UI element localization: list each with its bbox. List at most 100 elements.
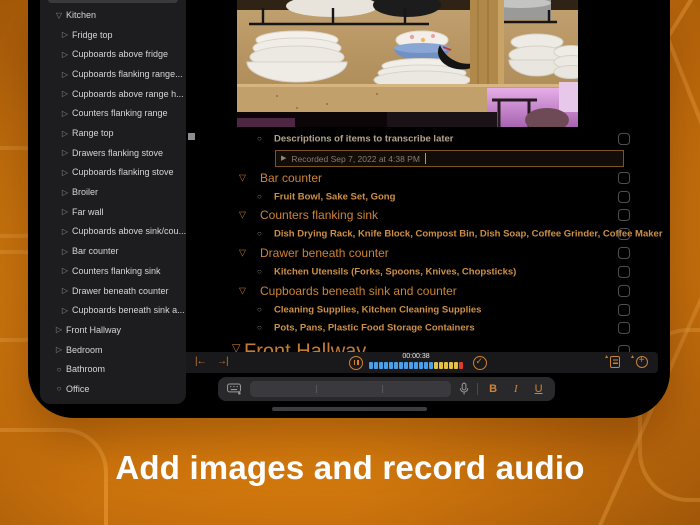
sidebar-item[interactable]: ▷ Cupboards above range h... — [40, 84, 186, 104]
row-checkbox[interactable] — [618, 171, 630, 184]
sidebar-item[interactable]: ▷ Range top — [40, 123, 186, 143]
row-checkbox[interactable] — [618, 284, 630, 297]
sidebar-item-label: Cupboards above sink/cou... — [72, 226, 186, 237]
disclosure-icon[interactable]: ▷ — [58, 247, 72, 256]
audio-attachment-row[interactable]: ▶ Recorded Sep 7, 2022 at 4:38 PM — [186, 149, 670, 169]
sidebar-item[interactable]: ▷ Cupboards flanking range... — [40, 64, 186, 84]
row-checkbox[interactable] — [618, 133, 630, 146]
row-bullet-icon[interactable]: ○ — [257, 324, 262, 332]
disclosure-triangle-icon[interactable]: ▽ — [239, 173, 246, 182]
disclosure-icon[interactable]: ▷ — [58, 227, 72, 236]
sidebar-item[interactable]: ▷ Front Hallway — [40, 320, 186, 340]
row-text[interactable]: Drawer beneath counter — [260, 246, 389, 260]
disclosure-icon[interactable]: ▷ — [58, 168, 72, 177]
disclosure-icon[interactable]: ▷ — [58, 89, 72, 98]
keyboard-icon[interactable] — [227, 383, 242, 395]
row-checkbox[interactable] — [618, 265, 630, 278]
row-checkbox[interactable] — [618, 228, 630, 241]
disclosure-triangle-icon[interactable]: ▽ — [239, 286, 246, 295]
sidebar-item[interactable]: ▷ Cupboards beneath sink a... — [40, 300, 186, 320]
row-checkbox[interactable] — [618, 322, 630, 335]
outdent-button[interactable]: |← — [195, 357, 207, 367]
underline-button[interactable]: U — [531, 383, 546, 395]
italic-button[interactable]: I — [509, 383, 524, 395]
sidebar-item[interactable]: ▷ Fridge top — [40, 25, 186, 45]
outline-row[interactable]: ○ Fruit Bowl, Sake Set, Gong — [186, 187, 670, 206]
outline-section-row[interactable]: ▽ Drawer beneath counter — [186, 244, 670, 263]
row-text[interactable]: Kitchen Utensils (Forks, Spoons, Knives,… — [274, 266, 516, 277]
row-bullet-icon[interactable]: ○ — [257, 267, 262, 276]
disclosure-icon[interactable]: ▷ — [58, 109, 72, 118]
sidebar-item[interactable]: ○ Bathroom — [40, 359, 186, 379]
row-text[interactable]: Pots, Pans, Plastic Food Storage Contain… — [274, 323, 475, 334]
play-icon[interactable]: ▶ — [281, 155, 286, 162]
add-row-button[interactable]: ▲ — [630, 355, 648, 373]
sidebar-item[interactable]: ▽ Kitchen — [40, 5, 186, 25]
disclosure-icon[interactable]: ▷ — [58, 129, 72, 138]
sidebar-item[interactable]: ▷ Far wall — [40, 202, 186, 222]
disclosure-triangle-icon[interactable]: ▽ — [239, 210, 246, 220]
disclosure-icon[interactable]: ▷ — [58, 306, 72, 315]
row-checkbox[interactable] — [618, 303, 630, 316]
outline-row[interactable]: ○ Descriptions of items to transcribe la… — [186, 130, 670, 149]
outline-section-row[interactable]: ▽ Bar counter — [186, 168, 670, 187]
sidebar-item[interactable]: ▷ Counters flanking range — [40, 103, 186, 123]
outline-row[interactable]: ○ Cleaning Supplies, Kitchen Cleaning Su… — [186, 300, 670, 319]
disclosure-icon[interactable]: ▷ — [58, 70, 72, 79]
row-checkbox[interactable] — [618, 247, 630, 260]
outline-row[interactable]: ○ Pots, Pans, Plastic Food Storage Conta… — [186, 319, 670, 338]
sidebar-item[interactable]: ▷ Broiler — [40, 182, 186, 202]
row-text[interactable]: Dish Drying Rack, Knife Block, Compost B… — [274, 229, 663, 240]
audio-attachment[interactable]: ▶ Recorded Sep 7, 2022 at 4:38 PM — [275, 150, 624, 168]
row-text[interactable]: Bar counter — [260, 171, 322, 185]
outline-section-row[interactable]: ▽ Cupboards beneath sink and counter — [186, 281, 670, 300]
disclosure-icon[interactable]: ○ — [52, 384, 66, 393]
home-indicator[interactable] — [272, 407, 427, 411]
disclosure-icon[interactable]: ▷ — [58, 188, 72, 197]
disclosure-icon[interactable]: ▽ — [52, 11, 66, 20]
row-text[interactable]: Cupboards beneath sink and counter — [260, 284, 457, 298]
row-bullet-icon[interactable]: ○ — [257, 230, 262, 238]
sidebar-item[interactable]: ▷ Drawers flanking stove — [40, 143, 186, 163]
sidebar-item[interactable]: ▷ Cupboards above fridge — [40, 44, 186, 64]
outline-section-row[interactable]: ▽ Counters flanking sink — [186, 206, 670, 225]
disclosure-icon[interactable]: ▷ — [58, 30, 72, 39]
sidebar-item[interactable]: ▷ Bedroom — [40, 340, 186, 360]
sidebar-item[interactable]: ▷ Bar counter — [40, 241, 186, 261]
insert-note-button[interactable]: ▲ — [604, 355, 621, 373]
row-text[interactable]: Cleaning Supplies, Kitchen Cleaning Supp… — [274, 304, 481, 315]
indent-button[interactable]: →| — [217, 357, 229, 367]
sidebar-item[interactable]: ▷ Drawer beneath counter — [40, 281, 186, 301]
disclosure-icon[interactable]: ▷ — [52, 325, 66, 334]
row-text[interactable]: Descriptions of items to transcribe late… — [274, 134, 454, 145]
row-text[interactable]: Fruit Bowl, Sake Set, Gong — [274, 191, 395, 202]
sidebar-search-field[interactable] — [48, 0, 178, 3]
row-text[interactable]: Counters flanking sink — [260, 208, 378, 222]
outline-row[interactable]: ○ Dish Drying Rack, Knife Block, Compost… — [186, 225, 670, 244]
pause-recording-button[interactable] — [349, 355, 363, 370]
disclosure-icon[interactable]: ▷ — [52, 345, 66, 354]
row-bullet-icon[interactable]: ○ — [257, 192, 262, 201]
outline-row[interactable]: ○ Kitchen Utensils (Forks, Spoons, Knive… — [186, 263, 670, 282]
sidebar-item-label: Front Hallway — [66, 324, 122, 335]
disclosure-icon[interactable]: ▷ — [58, 50, 72, 59]
finish-recording-button[interactable] — [473, 355, 487, 370]
disclosure-icon[interactable]: ▷ — [58, 207, 72, 216]
sidebar-item[interactable]: ▷ Counters flanking sink — [40, 261, 186, 281]
disclosure-icon[interactable]: ▷ — [58, 148, 72, 157]
sidebar-item[interactable]: ▷ Cupboards above sink/cou... — [40, 221, 186, 241]
row-checkbox[interactable] — [618, 190, 630, 203]
row-bullet-icon[interactable]: ○ — [257, 135, 262, 143]
meter-bar-yellow — [454, 362, 458, 369]
disclosure-icon[interactable]: ▷ — [58, 286, 72, 295]
disclosure-icon[interactable]: ▷ — [58, 266, 72, 275]
sidebar-item[interactable]: ▷ Cupboards flanking stove — [40, 162, 186, 182]
dictation-mic-icon[interactable] — [459, 382, 469, 396]
row-bullet-icon[interactable]: ○ — [257, 305, 262, 314]
sidebar-item[interactable]: ○ Office — [40, 379, 186, 399]
autocomplete-bar[interactable] — [249, 381, 451, 397]
bold-button[interactable]: B — [486, 383, 501, 395]
disclosure-icon[interactable]: ○ — [52, 365, 66, 374]
disclosure-triangle-icon[interactable]: ▽ — [239, 248, 246, 258]
row-checkbox[interactable] — [618, 209, 630, 222]
